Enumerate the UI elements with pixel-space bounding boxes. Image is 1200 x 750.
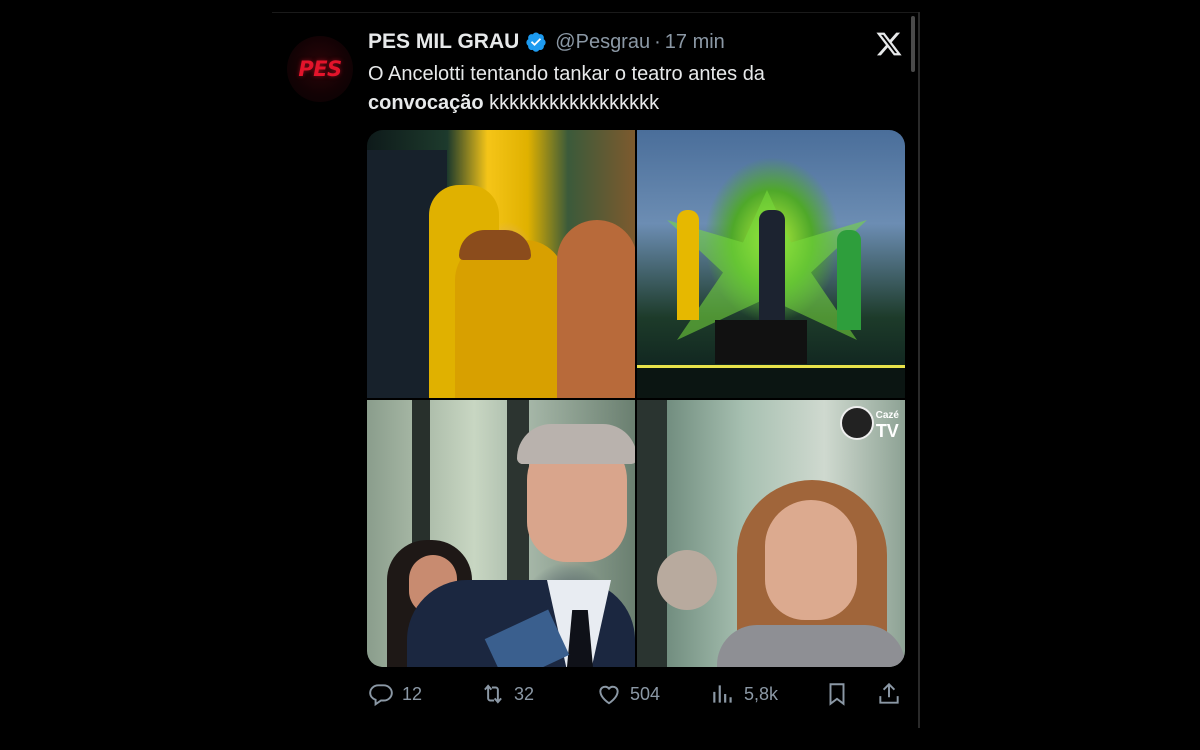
cazetv-mascot-icon xyxy=(839,406,874,440)
views-chart-icon xyxy=(713,685,732,703)
media-image-theater-cast[interactable] xyxy=(367,130,635,398)
bookmark-button[interactable] xyxy=(824,678,858,710)
avatar-logo-text: PES xyxy=(298,57,342,81)
tweet-text: O Ancelotti tentando tankar o teatro ant… xyxy=(368,60,888,118)
reply-icon xyxy=(369,684,393,707)
media-grid: Cazé TV xyxy=(367,130,905,667)
separator-dot: · xyxy=(654,30,661,53)
views-button[interactable]: 5,8k xyxy=(710,678,778,710)
display-name[interactable]: PES MIL GRAU xyxy=(368,30,519,54)
scrollbar-thumb[interactable] xyxy=(911,16,915,72)
reply-button[interactable]: 12 xyxy=(368,678,422,710)
user-handle[interactable]: @Pesgrau xyxy=(555,31,650,54)
cazetv-label-line1: Cazé xyxy=(875,409,899,421)
tweet-text-bold-word: convocação xyxy=(368,92,484,114)
x-logo-icon[interactable] xyxy=(875,30,903,58)
media-image-ancelotti[interactable] xyxy=(367,400,635,667)
retweet-icon xyxy=(484,684,502,704)
reply-count: 12 xyxy=(402,683,423,704)
media-image-stage-show[interactable] xyxy=(637,130,905,398)
tweet-text-laugh: kkkkkkkkkkkkkkkkk xyxy=(483,92,660,114)
views-count: 5,8k xyxy=(744,683,779,704)
like-count: 504 xyxy=(630,683,661,704)
cazetv-label-line2: TV xyxy=(875,420,899,441)
media-image-woman[interactable]: Cazé TV xyxy=(637,400,905,667)
retweet-count: 32 xyxy=(514,683,535,704)
tweet-actions: 12 32 504 5,8k xyxy=(368,678,908,710)
tweet-text-line1: O Ancelotti tentando tankar o teatro ant… xyxy=(368,63,765,85)
avatar[interactable]: PES xyxy=(287,36,353,102)
column-divider xyxy=(918,12,920,728)
cazetv-label: Cazé TV xyxy=(876,407,899,440)
page: PES PES MIL GRAU @Pesgrau · 17 min O Anc… xyxy=(0,0,1200,750)
retweet-button[interactable]: 32 xyxy=(480,678,534,710)
bookmark-icon xyxy=(829,683,845,706)
heart-icon xyxy=(599,685,619,705)
cazetv-watermark: Cazé TV xyxy=(839,406,899,440)
tweet-header: PES MIL GRAU @Pesgrau · 17 min xyxy=(368,28,725,56)
timestamp[interactable]: 17 min xyxy=(665,31,725,54)
share-icon xyxy=(879,682,899,704)
share-button[interactable] xyxy=(876,678,910,710)
verified-badge-icon[interactable] xyxy=(525,31,547,53)
like-button[interactable]: 504 xyxy=(596,678,660,710)
